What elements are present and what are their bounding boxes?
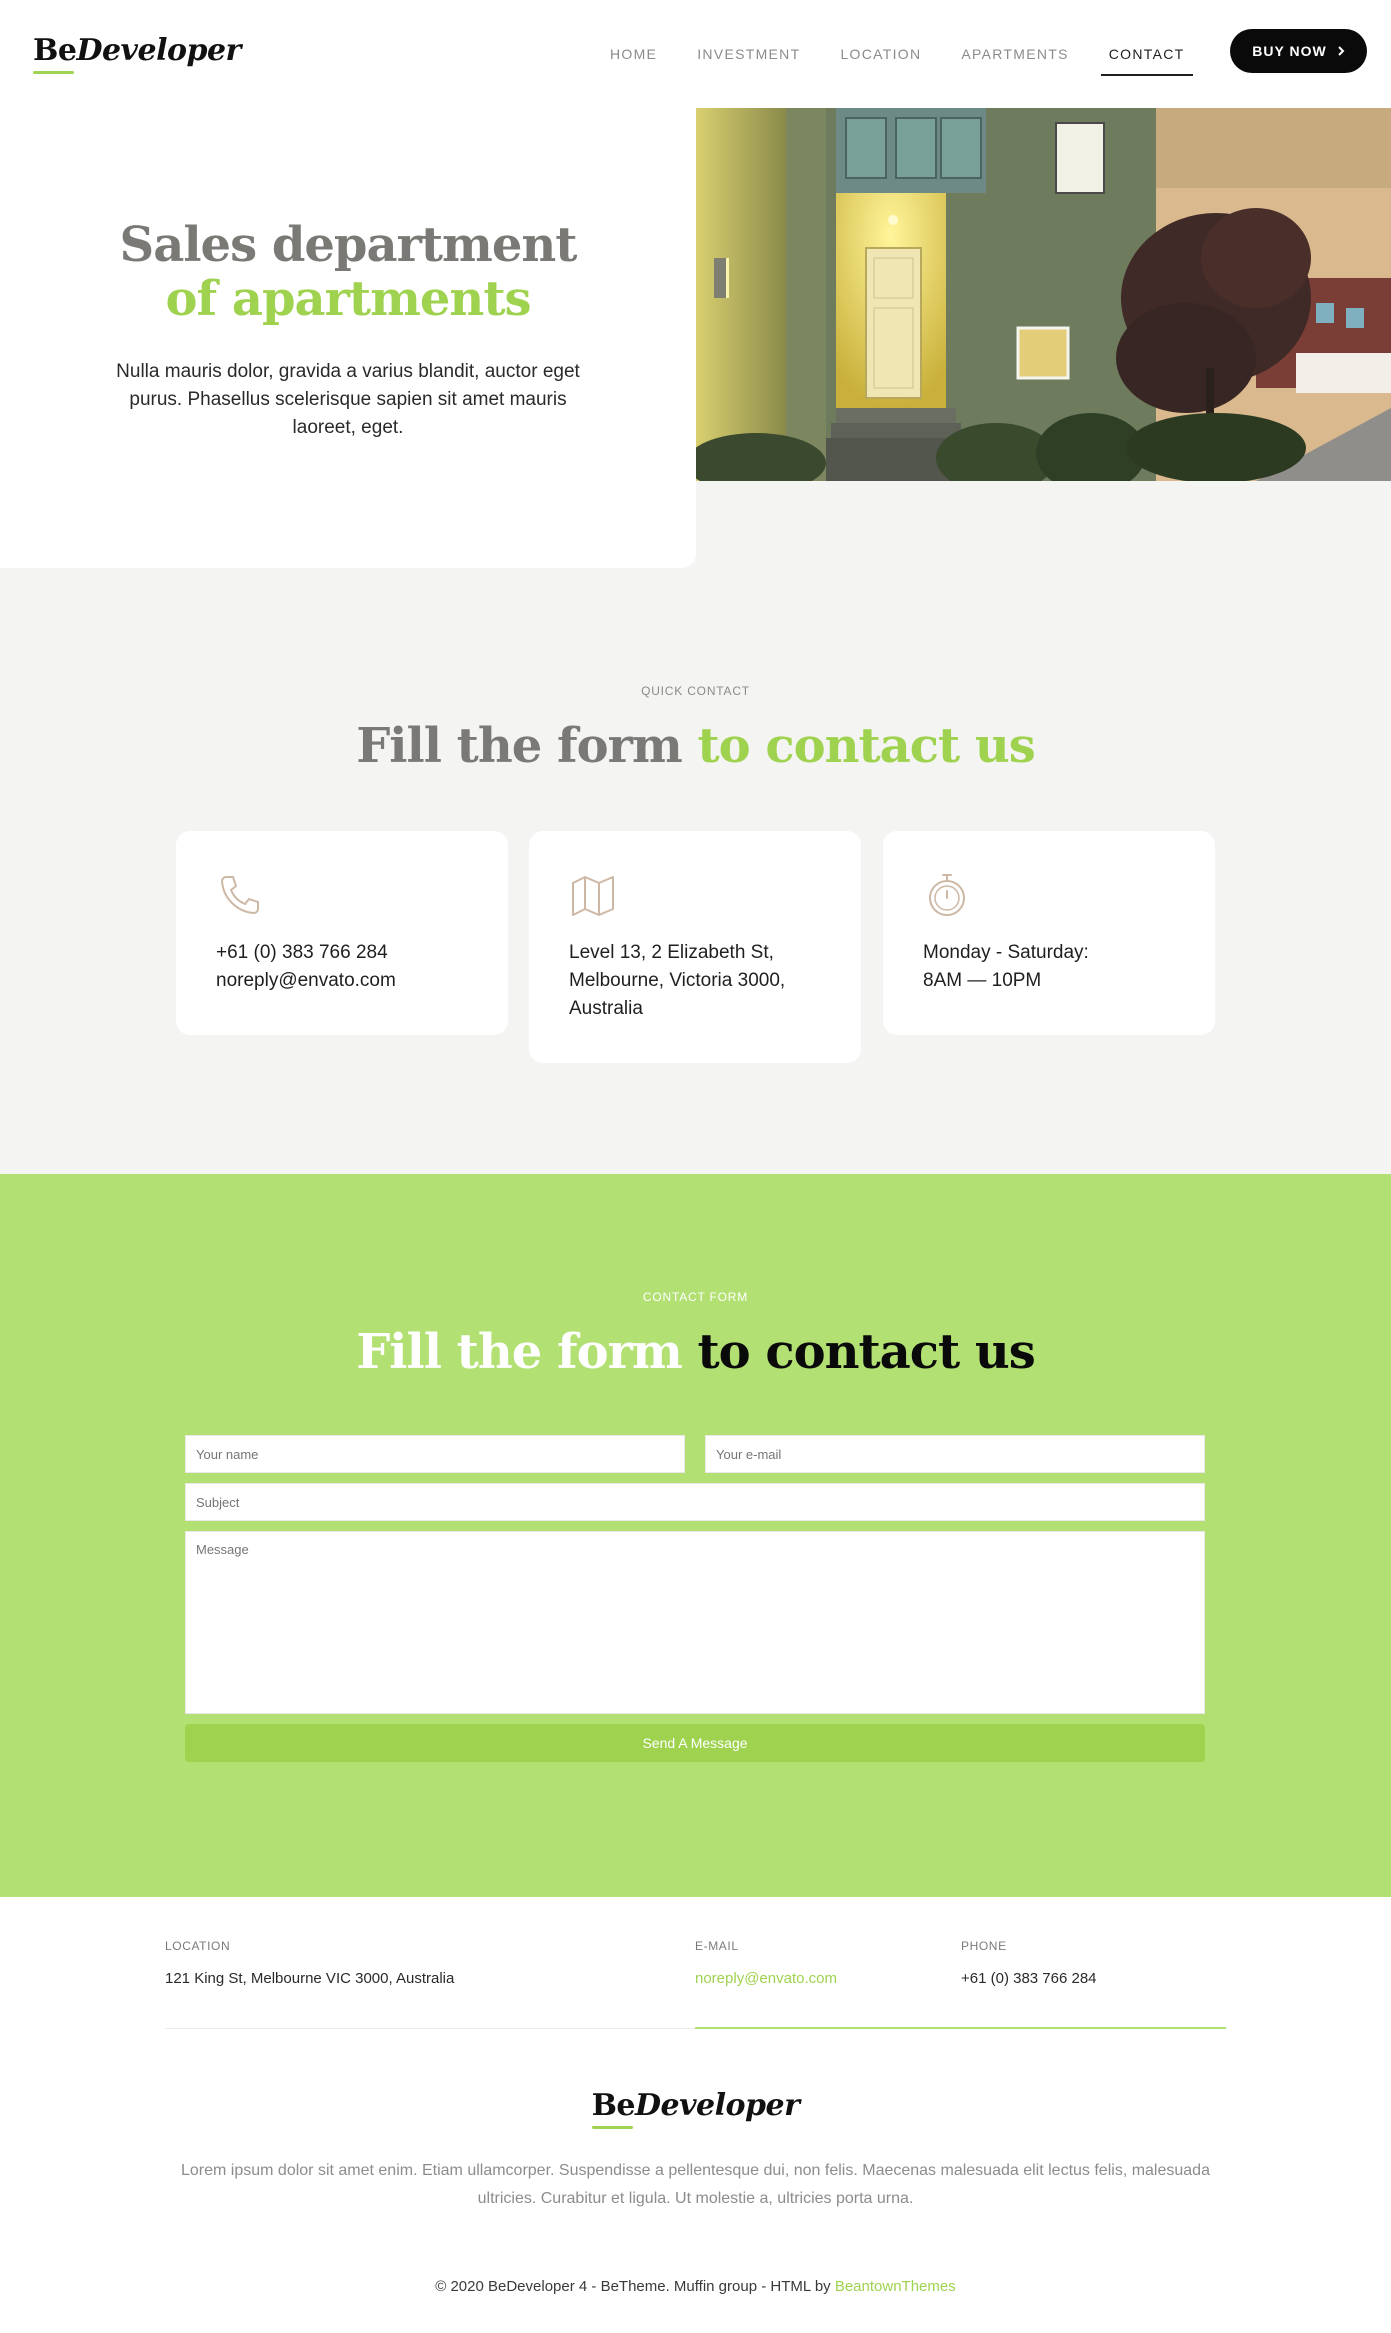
contact-form-title-b: to contact us	[697, 1324, 1035, 1380]
nav-contact[interactable]: CONTACT	[1100, 42, 1193, 76]
hero-card	[0, 108, 696, 568]
nav-location[interactable]: LOCATION	[840, 42, 921, 76]
buy-now-label: BUY NOW	[1252, 43, 1327, 59]
contact-card-address-text: Level 13, 2 Elizabeth St, Melbourne, Vic…	[569, 939, 785, 1023]
nav-home[interactable]: HOME	[610, 42, 657, 76]
hero-house-photo	[696, 108, 1391, 481]
hero-title-line2: of apartments	[165, 271, 531, 327]
main-nav: HOME INVESTMENT LOCATION APARTMENTS CONT…	[610, 42, 1233, 76]
contact-card-phone: +61 (0) 383 766 284 noreply@envato.com	[176, 831, 508, 1035]
contact-card-hours-text: Monday - Saturday: 8AM — 10PM	[923, 939, 1089, 995]
buy-now-button[interactable]: BUY NOW	[1230, 29, 1367, 73]
contact-phone: +61 (0) 383 766 284	[216, 942, 388, 963]
nav-apartments[interactable]: APARTMENTS	[961, 42, 1068, 76]
phone-icon	[220, 876, 259, 915]
chevron-right-icon	[1337, 46, 1345, 56]
footer-phone-label: PHONE	[961, 1939, 1007, 1953]
logo-be: Be	[33, 33, 77, 68]
copyright-text: © 2020 BeDeveloper 4 - BeTheme. Muffin g…	[435, 2278, 831, 2295]
logo-developer: Developer	[76, 33, 241, 68]
footer-location-value: 121 King St, Melbourne VIC 3000, Austral…	[165, 1970, 455, 1987]
contact-card-hours: Monday - Saturday: 8AM — 10PM	[883, 831, 1215, 1035]
site-logo[interactable]: BeDeveloper	[33, 33, 241, 68]
nav-investment[interactable]: INVESTMENT	[697, 42, 800, 76]
contact-email: noreply@envato.com	[216, 970, 396, 991]
map-icon	[572, 876, 614, 916]
message-textarea[interactable]	[185, 1531, 1205, 1714]
footer-logo[interactable]: BeDeveloper	[0, 2088, 1391, 2123]
name-input[interactable]	[185, 1435, 685, 1473]
footer-divider	[165, 2028, 695, 2029]
copyright-link[interactable]: BeantownThemes	[835, 2278, 956, 2295]
contact-form-title-a: Fill the form	[356, 1324, 683, 1380]
address-line-2: Melbourne, Victoria 3000,	[569, 970, 786, 991]
quick-contact-title: Fill the form to contact us	[0, 718, 1391, 774]
footer-location-label: LOCATION	[165, 1939, 231, 1953]
stopwatch-icon	[929, 874, 965, 916]
address-line-1: Level 13, 2 Elizabeth St,	[569, 942, 774, 963]
hours-time: 8AM — 10PM	[923, 970, 1042, 991]
footer-about-text: Lorem ipsum dolor sit amet enim. Etiam u…	[181, 2162, 1210, 2207]
contact-form-kicker: CONTACT FORM	[642, 1290, 749, 1304]
footer-email-link[interactable]: noreply@envato.com	[695, 1970, 837, 1987]
hero-title: Sales department of apartments	[0, 218, 696, 326]
subject-input[interactable]	[185, 1483, 1205, 1521]
contact-card-address: Level 13, 2 Elizabeth St, Melbourne, Vic…	[529, 831, 861, 1063]
contact-form-title: Fill the form to contact us	[0, 1324, 1391, 1380]
copyright: © 2020 BeDeveloper 4 - BeTheme. Muffin g…	[0, 2278, 1391, 2295]
footer-logo-developer: Developer	[635, 2088, 800, 2123]
footer-divider-accent	[695, 2027, 1226, 2029]
address-line-3: Australia	[569, 998, 643, 1019]
quick-contact-title-b: to contact us	[697, 718, 1035, 774]
footer-phone-value: +61 (0) 383 766 284	[961, 1970, 1097, 1987]
footer-logo-be: Be	[591, 2088, 636, 2123]
footer-email-label: E-MAIL	[695, 1939, 739, 1953]
email-input[interactable]	[705, 1435, 1205, 1473]
quick-contact-kicker: QUICK CONTACT	[641, 684, 750, 698]
hours-days: Monday - Saturday:	[923, 942, 1089, 963]
contact-card-phone-text: +61 (0) 383 766 284 noreply@envato.com	[216, 939, 396, 995]
hero-title-line1: Sales department	[119, 217, 578, 273]
quick-contact-title-a: Fill the form	[356, 718, 683, 774]
site-header: BeDeveloper HOME INVESTMENT LOCATION APA…	[0, 0, 1391, 108]
send-message-button[interactable]: Send A Message	[185, 1724, 1205, 1762]
hero-description: Nulla mauris dolor, gravida a varius bla…	[116, 361, 580, 438]
